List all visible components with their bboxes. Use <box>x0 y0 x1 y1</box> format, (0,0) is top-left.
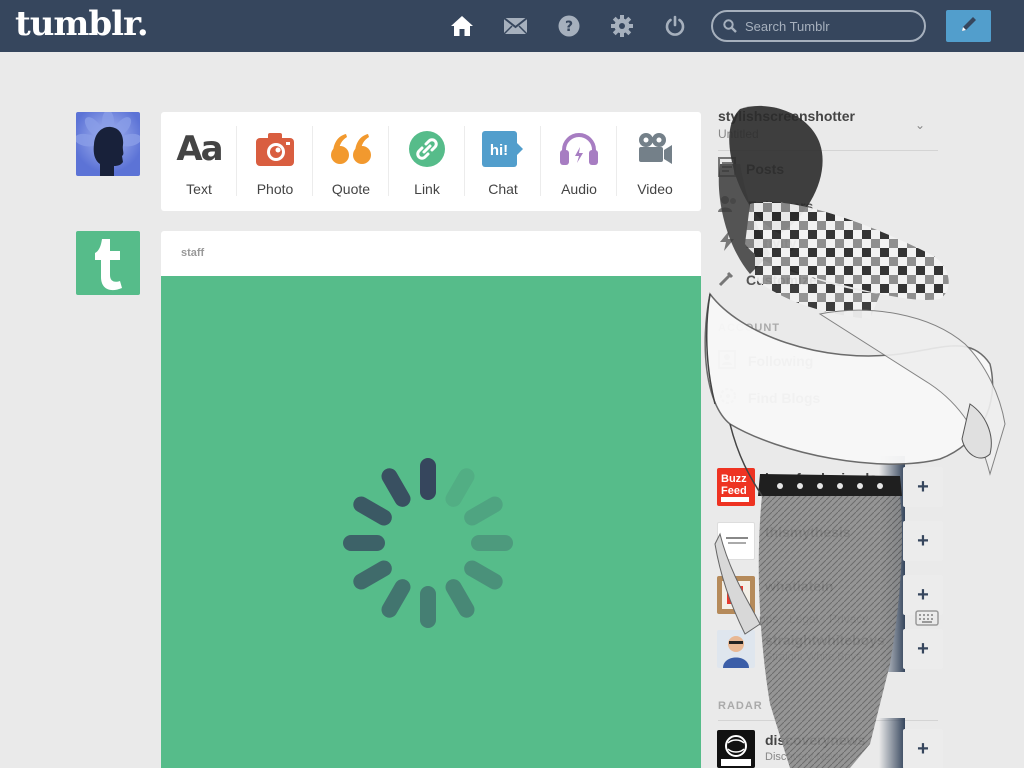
radar-heading: RADAR <box>718 700 763 712</box>
recommended-blog: Buzz Feed buzzfeedanimals + <box>717 456 943 510</box>
follow-button[interactable]: + <box>903 629 943 669</box>
sidebar: stylishscreenshotter Untitled ⌄ Posts Fo… <box>701 52 1024 768</box>
post-type-text[interactable]: Aa Text <box>161 112 237 211</box>
post-type-audio[interactable]: Audio <box>541 112 617 211</box>
follow-button[interactable]: + <box>903 521 943 561</box>
tumblr-logo[interactable]: tumblr. <box>15 4 149 44</box>
chat-icon: hi! <box>482 129 524 169</box>
link-icon <box>409 129 445 169</box>
user-avatar[interactable] <box>76 112 140 176</box>
blog-name[interactable]: straightwhiteboys <box>765 632 885 648</box>
sidebar-item-followers[interactable]: Followers <box>718 194 813 218</box>
post-type-label: Chat <box>488 181 518 197</box>
text-icon: Aa <box>176 129 223 169</box>
blog-thumbnail[interactable] <box>717 630 755 668</box>
post-type-label: Audio <box>561 181 597 197</box>
search-icon <box>723 19 737 38</box>
customize-icon <box>718 269 736 292</box>
posts-icon <box>718 156 736 182</box>
activity-icon <box>718 230 736 256</box>
post-type-label: Video <box>637 181 673 197</box>
sidebar-item-activity[interactable]: Activity <box>718 230 797 256</box>
staff-post: staff <box>161 231 701 768</box>
blog-thumbnail[interactable] <box>717 522 755 560</box>
find-blogs-icon <box>718 386 738 411</box>
keyboard-icon[interactable] <box>915 610 939 631</box>
chevron-down-icon[interactable]: ⌄ <box>915 118 925 132</box>
svg-text:hi!: hi! <box>490 142 508 159</box>
video-camera-icon <box>637 129 673 169</box>
blog-name[interactable]: stylishscreenshotter <box>718 108 855 124</box>
blog-name[interactable]: whatiatein <box>765 578 833 594</box>
blog-thumbnail[interactable]: Buzz Feed <box>717 468 755 506</box>
search-box <box>711 10 926 42</box>
svg-text:Buzz: Buzz <box>721 473 747 485</box>
mail-icon[interactable] <box>501 12 529 40</box>
blog-subtitle: Untitled <box>718 127 759 141</box>
sidebar-item-find-blogs[interactable]: Find Blogs <box>718 386 820 410</box>
compose-button[interactable] <box>946 10 991 42</box>
blog-subtitle: Straight White Boys <box>765 651 862 663</box>
post-media <box>161 276 701 768</box>
post-type-video[interactable]: Video <box>617 112 693 211</box>
follow-button[interactable]: + <box>903 575 943 615</box>
sidebar-item-label: Find Blogs <box>748 390 821 406</box>
sidebar-item-label: Posts <box>746 161 785 177</box>
follow-button[interactable]: + <box>903 467 943 507</box>
top-navigation-bar: tumblr. ? <box>0 0 1024 52</box>
post-type-bar: Aa Text Photo Quote Link hi! Chat Audio … <box>161 112 701 211</box>
loading-spinner-icon <box>343 458 513 628</box>
staff-avatar[interactable] <box>76 231 140 295</box>
help-icon[interactable]: ? <box>555 12 583 40</box>
sidebar-item-customize[interactable]: Customize <box>718 268 817 292</box>
blog-subtitle: Discovery News <box>765 751 844 763</box>
following-icon <box>718 349 738 374</box>
post-type-quote[interactable]: Quote <box>313 112 389 211</box>
recommended-blog: thismythesis + <box>717 510 943 564</box>
post-type-link[interactable]: Link <box>389 112 465 211</box>
blog-thumbnail[interactable] <box>717 730 755 768</box>
footer-links[interactable]: Apps · Legal · Privacy <box>751 612 868 626</box>
sidebar-item-label: Followers <box>748 198 814 214</box>
gear-icon[interactable] <box>608 12 636 40</box>
svg-text:?: ? <box>565 19 573 35</box>
post-type-label: Link <box>414 181 440 197</box>
followers-icon <box>718 195 738 218</box>
headphones-icon <box>559 129 599 169</box>
home-icon[interactable] <box>448 12 476 40</box>
post-type-chat[interactable]: hi! Chat <box>465 112 541 211</box>
post-type-photo[interactable]: Photo <box>237 112 313 211</box>
post-type-label: Quote <box>331 181 371 197</box>
quote-icon <box>331 129 371 169</box>
blog-name[interactable]: discoverynews <box>765 732 865 748</box>
sidebar-item-label: Following <box>748 353 814 369</box>
recommended-blog: straightwhiteboys Straight White Boys + <box>717 618 943 672</box>
account-heading: ACCOUNT <box>718 322 780 334</box>
radar-blog: discoverynews Discovery News + <box>717 718 943 768</box>
post-type-label: Text <box>186 181 212 197</box>
sidebar-item-posts[interactable]: Posts <box>718 156 785 182</box>
power-icon[interactable] <box>661 12 689 40</box>
post-type-label: Photo <box>256 181 294 197</box>
blog-thumbnail[interactable] <box>717 576 755 614</box>
pencil-icon <box>959 14 979 39</box>
blog-name[interactable]: buzzfeedanimals <box>765 470 877 486</box>
blog-name[interactable]: thismythesis <box>765 524 851 540</box>
camera-icon <box>256 129 294 169</box>
sidebar-item-label: Activity <box>746 235 797 251</box>
search-input[interactable] <box>745 16 915 36</box>
svg-text:Feed: Feed <box>721 485 747 497</box>
follow-button[interactable]: + <box>903 729 943 768</box>
sidebar-item-label: Customize <box>746 272 817 288</box>
sidebar-item-following[interactable]: Following <box>718 349 813 373</box>
post-author[interactable]: staff <box>161 231 701 276</box>
